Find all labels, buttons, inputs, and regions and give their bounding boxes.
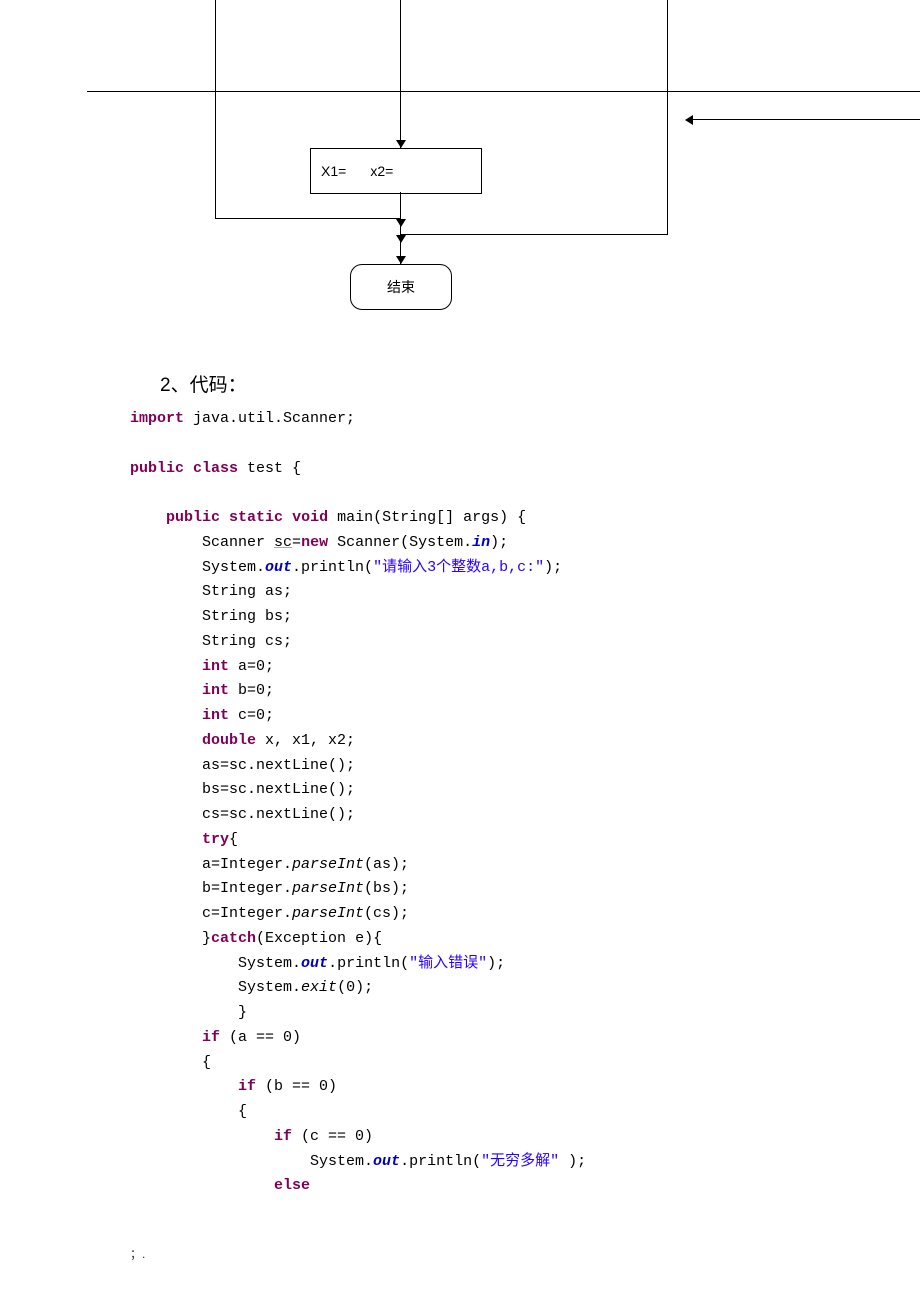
code-text: ); (544, 559, 562, 576)
kw-if: if (202, 1029, 220, 1046)
code-text: System. (238, 955, 301, 972)
vline-center (400, 0, 401, 148)
code-text: ); (559, 1153, 586, 1170)
vline-left (215, 0, 216, 218)
method-exit: exit (301, 979, 337, 996)
kw-int: int (202, 682, 229, 699)
terminal-box: 结束 (350, 264, 452, 310)
field-out: out (301, 955, 328, 972)
vline-right (667, 0, 668, 234)
code-text: System. (202, 559, 265, 576)
kw-import: import (130, 410, 184, 427)
kw-public: public (130, 460, 184, 477)
var-sc: sc (274, 534, 292, 551)
code-text: bs=sc.nextLine(); (202, 781, 355, 798)
code-text: String cs; (202, 633, 292, 650)
code-text: System. (238, 979, 301, 996)
code-text: { (229, 831, 238, 848)
method-parseInt: parseInt (292, 856, 364, 873)
rect-x1-label: X1= (321, 163, 346, 179)
arrow-right-inbound (685, 115, 693, 125)
code-text: String bs; (202, 608, 292, 625)
code-text: as=sc.nextLine(); (202, 757, 355, 774)
code-text: (bs); (364, 880, 409, 897)
kw-if: if (238, 1078, 256, 1095)
code-text: b=0; (229, 682, 274, 699)
kw-try: try (202, 831, 229, 848)
code-text: .println( (292, 559, 373, 576)
code-text: main(String[] args) { (328, 509, 526, 526)
process-box: X1= x2= (310, 148, 482, 194)
kw-else: else (274, 1177, 310, 1194)
kw-public: public (166, 509, 220, 526)
code-text: = (292, 534, 301, 551)
hline-left-merge (215, 218, 400, 219)
code-text: ); (490, 534, 508, 551)
code-text: x, x1, x2; (256, 732, 355, 749)
arrow-into-rect (396, 140, 406, 148)
hline-long (87, 91, 920, 92)
kw-double: double (202, 732, 256, 749)
arrow-left-merge (396, 219, 406, 227)
code-text: } (202, 930, 211, 947)
code-text: a=Integer. (202, 856, 292, 873)
arrow-right-merge (396, 235, 406, 243)
code-text: java.util.Scanner; (184, 410, 355, 427)
arrow-into-terminal (396, 256, 406, 264)
field-out: out (373, 1153, 400, 1170)
code-text: c=0; (229, 707, 274, 724)
kw-void: void (292, 509, 328, 526)
field-out: out (265, 559, 292, 576)
string-literal: "无穷多解" (481, 1153, 559, 1170)
code-text: a=0; (229, 658, 274, 675)
code-block: import java.util.Scanner; public class t… (130, 407, 920, 1199)
code-text: (a == 0) (220, 1029, 301, 1046)
code-text: (c == 0) (292, 1128, 373, 1145)
string-literal: "请输入3个整数a,b,c:" (373, 559, 544, 576)
code-text: (0); (337, 979, 373, 996)
code-text: (Exception e){ (256, 930, 382, 947)
section-heading: 2、代码： (160, 370, 920, 397)
code-text: test { (238, 460, 301, 477)
kw-if: if (274, 1128, 292, 1145)
rect-x2-label: x2= (370, 163, 393, 179)
code-text: (cs); (364, 905, 409, 922)
kw-int: int (202, 707, 229, 724)
footer-text: ；. (130, 1245, 145, 1262)
code-text: { (202, 1054, 211, 1071)
code-text: } (238, 1004, 247, 1021)
code-text: String as; (202, 583, 292, 600)
end-label: 结束 (387, 277, 415, 297)
hline-right-merge (401, 234, 668, 235)
code-text: .println( (328, 955, 409, 972)
field-in: in (472, 534, 490, 551)
code-text: cs=sc.nextLine(); (202, 806, 355, 823)
code-text: .println( (400, 1153, 481, 1170)
kw-catch: catch (211, 930, 256, 947)
kw-int: int (202, 658, 229, 675)
code-text: b=Integer. (202, 880, 292, 897)
kw-class: class (193, 460, 238, 477)
string-literal: "输入错误" (409, 955, 487, 972)
hline-right-in (693, 119, 920, 120)
method-parseInt: parseInt (292, 905, 364, 922)
vline-rect-down (400, 192, 401, 264)
code-text: Scanner (202, 534, 274, 551)
code-text: ); (487, 955, 505, 972)
flowchart-diagram: X1= x2= 结束 (0, 0, 920, 320)
code-text: Scanner(System. (328, 534, 472, 551)
code-text: { (238, 1103, 247, 1120)
code-text: (as); (364, 856, 409, 873)
kw-new: new (301, 534, 328, 551)
code-text: (b == 0) (256, 1078, 337, 1095)
kw-static: static (229, 509, 283, 526)
code-text: System. (310, 1153, 373, 1170)
code-text: c=Integer. (202, 905, 292, 922)
method-parseInt: parseInt (292, 880, 364, 897)
